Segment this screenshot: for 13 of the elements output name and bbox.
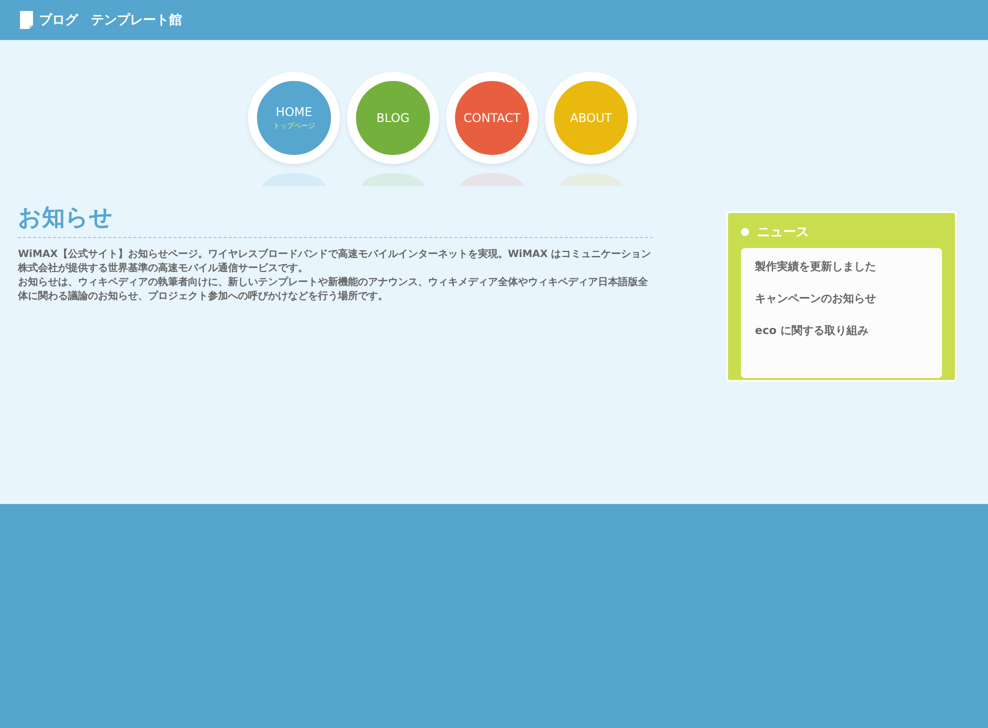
site-title: ブログ テンプレート館 [39, 12, 182, 29]
news-link[interactable]: eco に関する取り組み [755, 322, 928, 340]
news-link[interactable]: 製作実績を更新しました [755, 258, 928, 276]
news-title: ニュース [757, 224, 809, 241]
nav-button[interactable]: BLOG [347, 72, 439, 164]
page-heading: お知らせ [18, 202, 653, 238]
news-link[interactable]: キャンペーンのお知らせ [755, 290, 928, 308]
nav-button[interactable]: CONTACT [446, 72, 538, 164]
body-paragraph: WiMAX【公式サイト】お知らせページ。ワイヤレスブロードバンドで高速モバイルインターネットを実現。WiMAX はコミュニケーション株式会社が提供する世界基準の高速モバイル通信サービスです。 [18, 248, 652, 276]
body-paragraph: お知らせは、ウィキペディアの執筆者向けに、新しいテンプレートや新機能のアナウンス、ウィキメディア全体やウィキペディア日本語版全体に関わる議論のお知らせ、プロジェクト参加への呼びかけなどを行う場所です。 [18, 276, 649, 304]
bullet-icon [741, 228, 749, 236]
nav-button[interactable]: ABOUT [545, 72, 637, 164]
document-icon [20, 11, 33, 29]
